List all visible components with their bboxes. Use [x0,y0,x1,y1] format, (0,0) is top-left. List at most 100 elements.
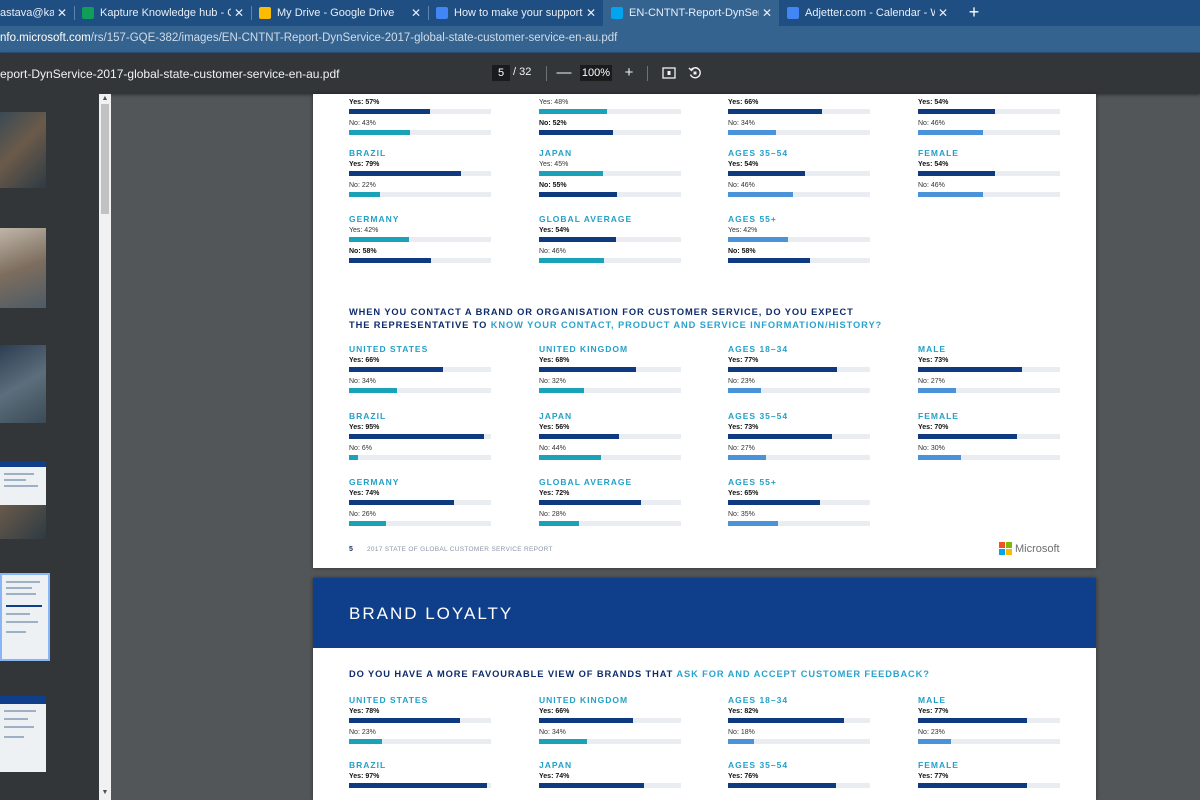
close-tab-icon[interactable]: ✕ [935,6,951,20]
result-row: No: 32% [539,377,684,398]
survey-result-group: UNITED KINGDOM Yes: 66% No: 34% [539,695,684,749]
zoom-in-button[interactable]: + [619,63,639,83]
result-label: No: 46% [918,182,945,189]
result-bar-fill [728,109,822,114]
page-thumbnail[interactable] [0,228,46,308]
result-row: No: 58% [728,247,873,268]
result-row: No: 46% [918,181,1063,202]
sidebar-scrollbar-thumb[interactable] [101,104,109,214]
survey-result-group: GERMANY Yes: 42% No: 58% [349,214,494,268]
browser-tab[interactable]: How to make your support effici✕ [428,0,603,26]
browser-tab[interactable]: Adjetter.com - Calendar - Week✕ [779,0,955,26]
thumb-line [6,581,40,583]
survey-result-group: UNITED STATES Yes: 78% No: 23% [349,695,494,749]
result-row: Yes: 73% [918,356,1063,377]
result-bar-track [918,171,1060,176]
close-tab-icon[interactable]: ✕ [54,6,70,20]
zoom-level-input[interactable]: 100% [580,65,612,81]
group-heading: UNITED STATES [349,344,429,354]
result-bar-fill [539,718,633,723]
footer-page-number: 5 [349,546,353,553]
result-row: No: 46% [918,119,1063,140]
browser-tab[interactable]: My Drive - Google Drive ✕ [251,0,428,26]
pdf-page-5: WHEN YOU CONTACT A BRAND OR ORGANISATION… [313,94,1096,568]
question-line: THE REPRESENTATIVE TO KNOW YOUR CONTACT,… [349,319,882,332]
section-title: BRAND LOYALTY [349,604,514,623]
result-row: No: 34% [728,119,873,140]
result-row: Yes: 74% [349,489,494,510]
url-text[interactable]: nfo.microsoft.com/rs/157-GQE-382/images/… [0,32,617,44]
survey-result-group: Yes: 54% No: 46% [918,98,1063,140]
result-bar-fill [728,258,811,263]
result-row: No: 23% [349,728,494,749]
result-bar-track [349,500,491,505]
result-label: Yes: 42% [349,227,379,234]
result-row: No: 6% [349,444,494,465]
result-bar-fill [918,130,984,135]
result-row: Yes: 54% [539,226,684,247]
result-bar-track [918,718,1060,723]
close-tab-icon[interactable]: ✕ [759,6,775,20]
browser-tab[interactable]: astava@kapt✕ [0,0,74,26]
result-bar-track [918,109,1060,114]
address-bar[interactable]: nfo.microsoft.com/rs/157-GQE-382/images/… [0,26,1200,53]
close-tab-icon[interactable]: ✕ [408,6,424,20]
result-bar-fill [918,367,1022,372]
page-thumbnail[interactable] [0,345,46,423]
result-label: No: 34% [539,729,566,736]
result-bar-track [349,109,491,114]
survey-result-group: BRAZIL Yes: 79% No: 22% [349,148,494,202]
close-tab-icon[interactable]: ✕ [231,6,247,20]
survey-result-group: UNITED KINGDOM Yes: 68% No: 32% [539,344,684,398]
page-thumbnail[interactable] [0,696,46,772]
zoom-out-button[interactable]: — [554,63,574,83]
scroll-down-arrow[interactable]: ▼ [99,788,111,798]
tab-label: Kapture Knowledge hub - Googl [100,7,231,19]
result-label: Yes: 82% [728,708,759,715]
question-text: DO YOU HAVE A MORE FAVOURABLE VIEW OF BR… [349,669,677,679]
page-thumbnail[interactable] [0,112,46,188]
browser-tab[interactable]: EN-CNTNT-Report-DynService-2✕ [603,0,779,26]
result-row: Yes: 48% [539,98,684,119]
group-heading: FEMALE [918,760,959,770]
page-thumbnail[interactable] [0,461,46,539]
browser-tab[interactable]: Kapture Knowledge hub - Googl✕ [74,0,251,26]
result-label: No: 27% [918,378,945,385]
result-row: No: 28% [539,510,684,531]
group-heading: UNITED STATES [349,695,429,705]
result-bar-track [539,718,681,723]
survey-question: WHEN YOU CONTACT A BRAND OR ORGANISATION… [349,306,882,332]
page-number-input[interactable]: 5 [492,65,510,81]
rotate-button[interactable] [685,63,705,83]
scroll-up-arrow[interactable]: ▲ [99,94,111,104]
result-row: Yes: 76% [728,772,873,793]
result-bar-track [539,258,681,263]
result-row: Yes: 74% [539,772,684,793]
group-heading: JAPAN [539,148,573,158]
result-row: No: 52% [539,119,684,140]
survey-question: DO YOU HAVE A MORE FAVOURABLE VIEW OF BR… [349,668,930,681]
result-bar-fill [349,258,432,263]
page-thumbnail-selected[interactable] [0,573,50,661]
toolbar-divider [546,66,547,81]
question-highlight: ASK FOR AND ACCEPT CUSTOMER FEEDBACK? [676,669,930,679]
result-bar-track [539,521,681,526]
result-bar-track [918,783,1060,788]
close-tab-icon[interactable]: ✕ [583,6,599,20]
microsoft-logo: Microsoft [999,542,1060,555]
result-bar-track [728,718,870,723]
result-row: No: 44% [539,444,684,465]
result-bar-track [728,192,870,197]
group-heading: AGES 18–34 [728,344,789,354]
result-bar-fill [728,434,832,439]
result-bar-track [728,258,870,263]
result-bar-track [349,192,491,197]
result-bar-fill [349,109,430,114]
new-tab-button[interactable]: + [962,0,986,26]
fit-to-page-button[interactable] [659,63,679,83]
tab-label: astava@kapt [0,7,54,19]
toolbar-divider [647,66,648,81]
result-bar-fill [728,171,805,176]
result-bar-fill [728,130,777,135]
result-bar-track [728,237,870,242]
